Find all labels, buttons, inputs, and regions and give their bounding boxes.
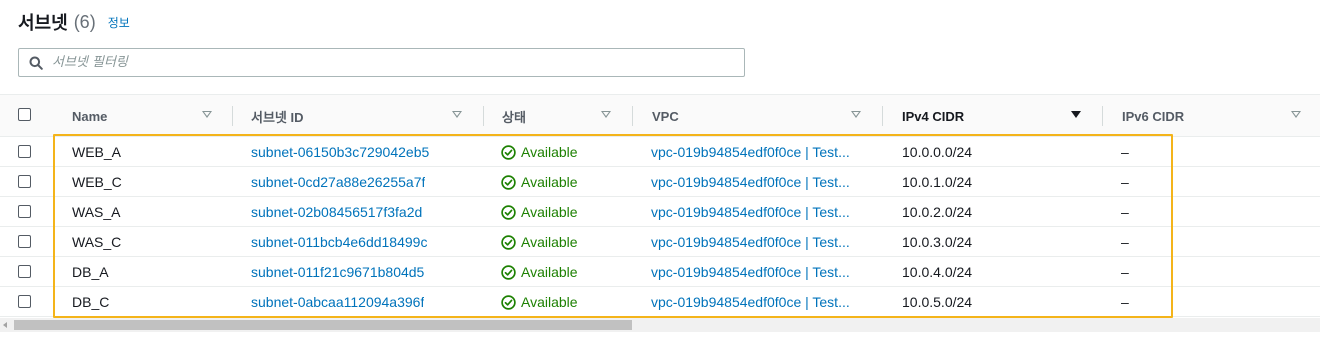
cell-vpc-link[interactable]: vpc-019b94854edf0f0ce | Test... (651, 137, 850, 167)
cell-ipv4-cidr: 10.0.3.0/24 (902, 234, 973, 250)
check-circle-icon (501, 144, 516, 160)
row-checkbox[interactable] (18, 175, 31, 188)
column-header-ipv4-cidr[interactable]: IPv4 CIDR (884, 95, 1102, 137)
row-checkbox[interactable] (18, 145, 31, 158)
cell-status: Available (501, 287, 578, 317)
page-header: 서브넷 (6) 정보 (18, 10, 130, 34)
horizontal-scrollbar[interactable] (0, 318, 1320, 332)
row-checkbox[interactable] (18, 205, 31, 218)
scroll-left-arrow-icon[interactable] (3, 322, 7, 328)
cell-vpc-link[interactable]: vpc-019b94854edf0f0ce | Test... (651, 227, 850, 257)
table-row[interactable]: WEB_A subnet-06150b3c729042eb5 Available… (0, 137, 1320, 167)
filter-box[interactable] (18, 48, 745, 77)
check-circle-icon (501, 234, 516, 250)
check-circle-icon (501, 264, 516, 280)
column-divider[interactable] (632, 106, 633, 126)
cell-subnet-id-link[interactable]: subnet-0abcaa112094a396f (251, 287, 424, 317)
column-header-status[interactable]: 상태 (484, 95, 632, 137)
check-circle-icon (501, 204, 516, 220)
cell-name: DB_C (72, 294, 110, 310)
table-row[interactable]: WAS_C subnet-011bcb4e6dd18499c Available… (0, 227, 1320, 257)
cell-name: WEB_C (72, 174, 122, 190)
column-header-subnet-id[interactable]: 서브넷 ID (233, 95, 483, 137)
table-row[interactable]: DB_C subnet-0abcaa112094a396f Available … (0, 287, 1320, 317)
cell-ipv6-cidr: – (1121, 174, 1129, 190)
row-checkbox[interactable] (18, 235, 31, 248)
column-divider[interactable] (1102, 106, 1103, 126)
cell-status: Available (501, 137, 578, 167)
cell-subnet-id-link[interactable]: subnet-06150b3c729042eb5 (251, 137, 429, 167)
subnet-count: (6) (73, 11, 96, 32)
check-circle-icon (501, 174, 516, 190)
status-text: Available (521, 234, 578, 250)
cell-status: Available (501, 197, 578, 227)
info-link[interactable]: 정보 (108, 14, 130, 31)
table-row[interactable]: WAS_A subnet-02b08456517f3fa2d Available… (0, 197, 1320, 227)
cell-name: WAS_A (72, 204, 121, 220)
cell-vpc-link[interactable]: vpc-019b94854edf0f0ce | Test... (651, 167, 850, 197)
column-header-vpc[interactable]: VPC (634, 95, 882, 137)
cell-ipv6-cidr: – (1121, 234, 1129, 250)
cell-status: Available (501, 257, 578, 287)
cell-ipv4-cidr: 10.0.1.0/24 (902, 174, 973, 190)
check-circle-icon (501, 294, 516, 310)
status-text: Available (521, 174, 578, 190)
caret-down-icon[interactable] (202, 111, 212, 118)
cell-subnet-id-link[interactable]: subnet-011bcb4e6dd18499c (251, 227, 427, 257)
cell-subnet-id-link[interactable]: subnet-011f21c9671b804d5 (251, 257, 424, 287)
cell-ipv6-cidr: – (1121, 204, 1129, 220)
caret-down-icon[interactable] (851, 111, 861, 118)
table-header: Name 서브넷 ID 상태 VPC IPv4 CIDR IPv6 CIDR (0, 94, 1320, 137)
caret-down-icon[interactable] (452, 111, 462, 118)
status-text: Available (521, 144, 578, 160)
select-all-checkbox[interactable] (18, 108, 31, 121)
status-text: Available (521, 294, 578, 310)
cell-vpc-link[interactable]: vpc-019b94854edf0f0ce | Test... (651, 197, 850, 227)
cell-name: DB_A (72, 264, 109, 280)
cell-status: Available (501, 167, 578, 197)
cell-ipv6-cidr: – (1121, 294, 1129, 310)
cell-subnet-id-link[interactable]: subnet-0cd27a88e26255a7f (251, 167, 425, 197)
caret-down-icon[interactable] (1071, 111, 1081, 118)
cell-ipv4-cidr: 10.0.5.0/24 (902, 294, 973, 310)
row-checkbox[interactable] (18, 295, 31, 308)
cell-name: WAS_C (72, 234, 122, 250)
column-header-name[interactable]: Name (54, 95, 232, 137)
cell-ipv6-cidr: – (1121, 144, 1129, 160)
table-row[interactable]: WEB_C subnet-0cd27a88e26255a7f Available… (0, 167, 1320, 197)
cell-ipv4-cidr: 10.0.4.0/24 (902, 264, 973, 280)
cell-ipv6-cidr: – (1121, 264, 1129, 280)
column-header-ipv6-cidr[interactable]: IPv6 CIDR (1104, 95, 1320, 137)
caret-down-icon[interactable] (601, 111, 611, 118)
cell-name: WEB_A (72, 144, 122, 160)
column-divider[interactable] (882, 106, 883, 126)
cell-vpc-link[interactable]: vpc-019b94854edf0f0ce | Test... (651, 257, 850, 287)
cell-ipv4-cidr: 10.0.2.0/24 (902, 204, 973, 220)
page-title: 서브넷 (18, 13, 68, 33)
row-checkbox[interactable] (18, 265, 31, 278)
cell-ipv4-cidr: 10.0.0.0/24 (902, 144, 973, 160)
cell-status: Available (501, 227, 578, 257)
search-icon (28, 55, 44, 71)
caret-down-icon[interactable] (1291, 111, 1301, 118)
table-row[interactable]: DB_A subnet-011f21c9671b804d5 Available … (0, 257, 1320, 287)
cell-subnet-id-link[interactable]: subnet-02b08456517f3fa2d (251, 197, 422, 227)
status-text: Available (521, 264, 578, 280)
status-text: Available (521, 204, 578, 220)
cell-vpc-link[interactable]: vpc-019b94854edf0f0ce | Test... (651, 287, 850, 317)
scrollbar-thumb[interactable] (14, 320, 632, 330)
filter-input[interactable] (52, 55, 732, 70)
